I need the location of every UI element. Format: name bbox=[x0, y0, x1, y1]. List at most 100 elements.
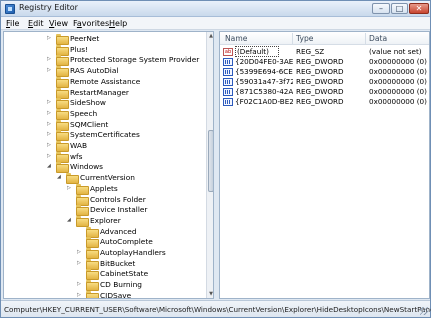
tree-node[interactable]: ▷ SQMClient bbox=[4, 119, 204, 131]
key-tree-pane[interactable]: ▷ PeerNet Plus! ▷ Protected Storage System P… bbox=[3, 31, 214, 299]
column-header-name[interactable]: Name bbox=[225, 34, 247, 43]
dword-value-icon bbox=[223, 88, 233, 96]
expand-arrow-icon bbox=[77, 229, 82, 234]
folder-icon bbox=[56, 76, 69, 88]
tree-node[interactable]: Plus! bbox=[4, 44, 204, 56]
tree-node[interactable]: ▷ SideShow bbox=[4, 97, 204, 110]
scroll-up-arrow-icon[interactable]: ▲ bbox=[207, 32, 213, 40]
expand-arrow-icon[interactable]: ▷ bbox=[77, 260, 82, 266]
value-type: REG_DWORD bbox=[296, 87, 344, 96]
folder-icon bbox=[86, 226, 99, 238]
tree-node[interactable]: AutoComplete bbox=[4, 236, 204, 249]
expand-arrow-icon[interactable]: ▷ bbox=[47, 36, 52, 41]
tree-node[interactable]: ▷ Speech bbox=[4, 108, 204, 120]
tree-node[interactable]: ▷ RAS AutoDial bbox=[4, 65, 204, 78]
expand-arrow-icon[interactable]: ▷ bbox=[77, 282, 82, 287]
tree-node-label: Advanced bbox=[100, 226, 137, 236]
expand-arrow-icon[interactable]: ▷ bbox=[47, 132, 52, 137]
expand-arrow-icon[interactable]: ▷ bbox=[47, 100, 52, 105]
close-button[interactable]: ✕ bbox=[409, 3, 429, 14]
folder-icon bbox=[56, 151, 69, 163]
tree-node[interactable]: ▷ Protected Storage System Provider bbox=[4, 54, 204, 67]
folder-icon bbox=[56, 87, 69, 99]
value-data: 0x00000000 (0) bbox=[369, 57, 427, 66]
maximize-button[interactable]: □ bbox=[391, 3, 408, 14]
tree-node[interactable]: ▷ AutoplayHandlers bbox=[4, 247, 204, 259]
expand-arrow-icon[interactable]: ▷ bbox=[47, 110, 52, 116]
menu-help[interactable]: Help bbox=[109, 19, 127, 28]
value-row[interactable]: {20D04FE0-3AEA...REG_DWORD 0x00000000 (0) bbox=[220, 57, 429, 67]
tree-node[interactable]: RestartManager bbox=[4, 87, 204, 99]
tree-node-label: CD Burning bbox=[100, 280, 142, 290]
menu-view[interactable]: View bbox=[49, 19, 68, 28]
tree-node[interactable]: ◢ CurrentVersion bbox=[4, 172, 204, 185]
minimize-button[interactable]: – bbox=[372, 3, 390, 14]
expand-arrow-icon bbox=[47, 47, 52, 52]
folder-icon bbox=[56, 34, 69, 45]
tree-node-label: Protected Storage System Provider bbox=[70, 55, 200, 65]
tree-node-label: CIDSave bbox=[100, 290, 132, 299]
folder-icon bbox=[56, 98, 69, 110]
tree-node[interactable]: ▷ SystemCertificates bbox=[4, 129, 204, 142]
tree-node[interactable]: ▷ wfs bbox=[4, 151, 204, 163]
tree-node[interactable]: CabinetState bbox=[4, 268, 204, 281]
expand-arrow-icon[interactable]: ▷ bbox=[47, 121, 52, 127]
tree-node[interactable]: ▷ WAB bbox=[4, 140, 204, 152]
list-header: Name Type Data bbox=[220, 32, 429, 45]
expand-arrow-icon bbox=[47, 79, 52, 84]
tree-node-label: Remote Assistance bbox=[70, 76, 141, 86]
expand-arrow-icon[interactable]: ▷ bbox=[77, 292, 82, 298]
value-row[interactable]: ab (Default) REG_SZ (value not set) bbox=[220, 46, 429, 57]
menu-edit[interactable]: Edit bbox=[28, 19, 44, 28]
tree-node[interactable]: ◢ Explorer bbox=[4, 215, 204, 227]
folder-icon bbox=[56, 108, 69, 120]
values-list-pane[interactable]: Name Type Data ab (Default) REG_SZ (value n… bbox=[219, 31, 430, 299]
scroll-down-arrow-icon[interactable]: ▼ bbox=[207, 290, 213, 298]
tree-node-label: SystemCertificates bbox=[70, 130, 140, 140]
status-key-path: Computer\HKEY_CURRENT_USER\Software\Micr… bbox=[4, 305, 431, 314]
value-data: 0x00000000 (0) bbox=[369, 77, 427, 86]
folder-icon bbox=[66, 173, 79, 185]
value-row[interactable]: {F02C1A0D-BE2...REG_DWORD 0x00000000 (0) bbox=[220, 97, 429, 107]
collapse-arrow-icon[interactable]: ◢ bbox=[67, 217, 72, 223]
menu-favorites[interactable]: Favorites bbox=[73, 19, 109, 28]
folder-icon bbox=[86, 290, 99, 298]
tree-node[interactable]: ▷ CD Burning bbox=[4, 279, 204, 292]
tree-node[interactable]: ▷ CIDSave bbox=[4, 290, 204, 299]
column-header-data[interactable]: Data bbox=[369, 34, 387, 43]
column-divider[interactable] bbox=[365, 33, 366, 44]
collapse-arrow-icon[interactable]: ◢ bbox=[47, 164, 52, 169]
expand-arrow-icon[interactable]: ▷ bbox=[67, 185, 72, 191]
expand-arrow-icon bbox=[77, 271, 82, 276]
value-row[interactable]: {871C5380-42A0...REG_DWORD 0x00000000 (0) bbox=[220, 87, 429, 97]
tree-node-label: RAS AutoDial bbox=[70, 66, 119, 76]
resize-grip-icon[interactable] bbox=[420, 307, 428, 315]
tree-node[interactable]: Device Installer bbox=[4, 204, 204, 217]
tree-node[interactable]: ◢ Windows bbox=[4, 161, 204, 174]
expand-arrow-icon[interactable]: ▷ bbox=[47, 153, 52, 159]
menu-file[interactable]: File bbox=[6, 19, 19, 28]
column-divider[interactable] bbox=[292, 33, 293, 44]
value-type: REG_DWORD bbox=[296, 57, 344, 66]
tree-node[interactable]: ▷ PeerNet bbox=[4, 33, 204, 45]
expand-arrow-icon[interactable]: ▷ bbox=[77, 250, 82, 255]
title-bar[interactable]: Registry Editor – □ ✕ bbox=[1, 1, 430, 17]
tree-node[interactable]: ▷ Applets bbox=[4, 183, 204, 195]
tree-node-label: Windows bbox=[70, 162, 103, 172]
folder-icon bbox=[86, 248, 99, 259]
tree-node[interactable]: Remote Assistance bbox=[4, 76, 204, 88]
value-row[interactable]: {5399E694-6CE5...REG_DWORD 0x00000000 (0) bbox=[220, 67, 429, 77]
tree-node[interactable]: Controls Folder bbox=[4, 194, 204, 206]
tree-node[interactable]: ▷ BitBucket bbox=[4, 258, 204, 270]
column-header-type[interactable]: Type bbox=[296, 34, 313, 43]
expand-arrow-icon[interactable]: ▷ bbox=[47, 57, 52, 62]
tree-vertical-scrollbar[interactable]: ▲ ▼ bbox=[206, 32, 213, 298]
tree-node[interactable]: Advanced bbox=[4, 226, 204, 238]
expand-arrow-icon[interactable]: ▷ bbox=[47, 68, 52, 73]
collapse-arrow-icon[interactable]: ◢ bbox=[57, 175, 62, 180]
expand-arrow-icon bbox=[77, 239, 82, 244]
expand-arrow-icon[interactable]: ▷ bbox=[47, 143, 52, 148]
expand-arrow-icon bbox=[67, 197, 72, 202]
value-row[interactable]: {59031a47-3f72-...REG_DWORD 0x00000000 (0… bbox=[220, 77, 429, 87]
value-name: (Default) bbox=[235, 46, 279, 57]
